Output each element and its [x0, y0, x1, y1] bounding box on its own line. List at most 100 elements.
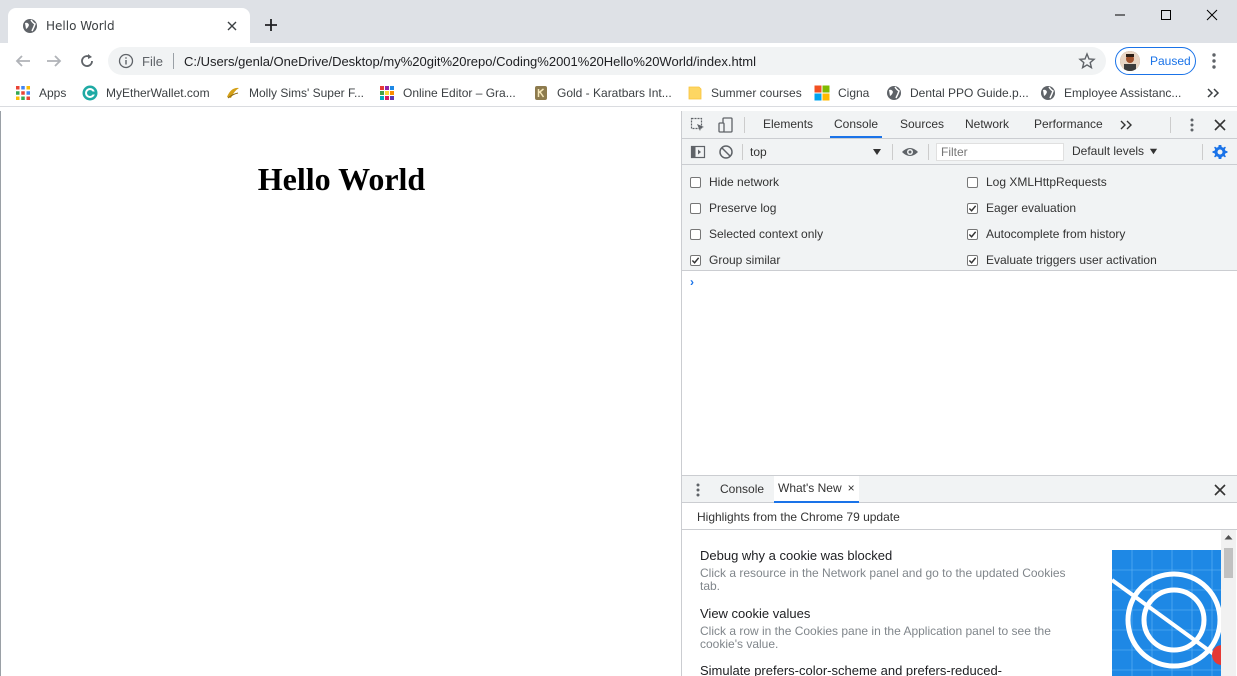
more-vert-icon[interactable]	[1206, 52, 1222, 70]
devtools-separator	[1202, 144, 1203, 160]
bookmark-star-icon[interactable]	[1078, 52, 1096, 70]
setting-label: Preserve log	[709, 201, 777, 215]
reload-icon[interactable]	[77, 51, 97, 71]
whats-new-item[interactable]: Debug why a cookie was blocked Click a r…	[700, 548, 1080, 593]
filter-placeholder: Filter	[941, 145, 968, 159]
bookmark-label: Apps	[39, 86, 67, 100]
whats-new-title[interactable]: View cookie values	[700, 606, 1080, 621]
tab-console[interactable]: Console	[830, 111, 883, 138]
checkbox[interactable]	[690, 176, 701, 188]
devtools-separator	[742, 144, 743, 160]
whats-new-title[interactable]: Simulate prefers-color-scheme and prefer…	[700, 663, 1080, 676]
bookmark-online-editor[interactable]: Online Editor – Gra...	[379, 84, 516, 102]
console-prompt[interactable]: ›	[690, 275, 694, 289]
whats-new-title[interactable]: Debug why a cookie was blocked	[700, 548, 1080, 563]
globe-icon	[1040, 85, 1056, 101]
drawer-tab-console[interactable]: Console	[716, 476, 768, 503]
bookmark-apps[interactable]: Apps	[15, 84, 66, 102]
whats-new-scrollbar[interactable]	[1221, 530, 1236, 676]
setting-label: Autocomplete from history	[986, 227, 1126, 241]
setting-eager-evaluation[interactable]: Eager evaluation	[967, 200, 1076, 216]
drawer-menu-icon[interactable]	[690, 482, 706, 498]
online-editor-icon	[379, 85, 395, 101]
setting-selected-context-only[interactable]: Selected context only	[690, 226, 823, 242]
more-tabs-chevron-icon[interactable]	[1118, 117, 1134, 133]
devtools-tab-bar: Elements Console Sources Network Perform…	[682, 111, 1237, 139]
context-value: top	[750, 145, 767, 159]
whats-new-desc: Click a resource in the Network panel an…	[700, 566, 1066, 593]
url-scheme-label: File	[142, 53, 163, 69]
checkmark-icon	[691, 256, 700, 264]
new-tab-icon[interactable]	[262, 16, 280, 34]
bookmark-myetherwallet[interactable]: MyEtherWallet.com	[82, 84, 210, 102]
setting-label: Hide network	[709, 175, 780, 189]
drawer-tab-whats-new[interactable]: What's New ×	[774, 476, 859, 503]
bookmark-label: Gold - Karatbars Int...	[557, 86, 672, 100]
info-icon[interactable]	[118, 53, 134, 69]
minimize-icon[interactable]	[1097, 0, 1143, 30]
bookmark-cigna[interactable]: Cigna	[814, 84, 869, 102]
myetherwallet-icon	[82, 85, 98, 101]
console-output[interactable]: ›	[682, 271, 1237, 475]
bookmark-summer-courses[interactable]: Summer courses	[687, 84, 802, 102]
browser-tab[interactable]: Hello World	[8, 8, 250, 43]
close-icon[interactable]: ×	[848, 475, 855, 502]
close-devtools-icon[interactable]	[1212, 117, 1228, 133]
setting-group-similar[interactable]: Group similar	[690, 252, 780, 268]
filter-input[interactable]: Filter	[936, 143, 1064, 161]
gear-icon[interactable]	[1212, 144, 1228, 160]
checkbox[interactable]	[967, 202, 978, 214]
tab-performance[interactable]: Performance	[1030, 111, 1107, 138]
checkbox[interactable]	[967, 254, 978, 266]
device-toolbar-icon[interactable]	[718, 117, 734, 133]
tab-sources[interactable]: Sources	[896, 111, 948, 138]
log-levels-dropdown[interactable]: Default levels	[1072, 144, 1158, 158]
checkbox[interactable]	[690, 228, 701, 240]
drawer-tab-label: What's New	[778, 481, 842, 495]
tab-elements[interactable]: Elements	[759, 111, 817, 138]
whats-new-item[interactable]: View cookie values Click a row in the Co…	[700, 606, 1080, 651]
close-window-icon[interactable]	[1189, 0, 1235, 30]
checkbox[interactable]	[690, 254, 701, 266]
checkbox[interactable]	[967, 228, 978, 240]
double-chevron-right-icon[interactable]	[1205, 85, 1221, 101]
whats-new-item[interactable]: Simulate prefers-color-scheme and prefer…	[700, 663, 1080, 676]
setting-preserve-log[interactable]: Preserve log	[690, 200, 776, 216]
maximize-icon[interactable]	[1143, 0, 1189, 30]
tab-network[interactable]: Network	[961, 111, 1013, 138]
close-tab-icon[interactable]	[224, 18, 240, 34]
bookmark-employee-assistance[interactable]: Employee Assistanc...	[1040, 84, 1181, 102]
devtools-menu-icon[interactable]	[1184, 117, 1200, 133]
sidebar-toggle-icon[interactable]	[690, 144, 706, 160]
folder-icon	[687, 85, 703, 101]
context-select[interactable]: top	[750, 143, 886, 161]
address-bar[interactable]: File C:/Users/genla/OneDrive/Desktop/my%…	[108, 47, 1106, 75]
eye-icon[interactable]	[901, 144, 918, 160]
setting-autocomplete-history[interactable]: Autocomplete from history	[967, 226, 1125, 242]
forward-arrow-icon[interactable]	[44, 51, 64, 71]
url-text[interactable]: C:/Users/genla/OneDrive/Desktop/my%20git…	[184, 54, 1078, 69]
bookmark-molly-sims[interactable]: Molly Sims' Super F...	[225, 84, 364, 102]
scrollbar-thumb[interactable]	[1224, 548, 1233, 578]
bookmark-dental-ppo[interactable]: Dental PPO Guide.p...	[886, 84, 1029, 102]
close-drawer-icon[interactable]	[1212, 482, 1228, 498]
back-arrow-icon[interactable]	[13, 51, 33, 71]
setting-evaluate-triggers[interactable]: Evaluate triggers user activation	[967, 252, 1157, 268]
setting-log-xmlhttprequests[interactable]: Log XMLHttpRequests	[967, 174, 1107, 190]
bookmark-karatbars[interactable]: Gold - Karatbars Int...	[533, 84, 672, 102]
inspect-element-icon[interactable]	[690, 117, 706, 133]
bookmark-label: Summer courses	[711, 86, 802, 100]
profile-status: Paused	[1150, 54, 1191, 68]
clear-console-icon[interactable]	[718, 144, 734, 160]
console-settings-panel: Hide network Preserve log Selected conte…	[682, 165, 1237, 271]
bookmark-label: Online Editor – Gra...	[403, 86, 516, 100]
bookmarks-bar: Apps MyEtherWallet.com Molly Sims' Super…	[0, 79, 1237, 107]
scroll-up-icon[interactable]	[1224, 534, 1233, 540]
checkbox[interactable]	[967, 176, 978, 188]
setting-hide-network[interactable]: Hide network	[690, 174, 779, 190]
checkbox[interactable]	[690, 202, 701, 214]
profile-button[interactable]: Paused	[1115, 47, 1196, 75]
chrome-devtools-illustration	[1112, 550, 1222, 676]
console-toolbar: top Filter Default levels	[682, 139, 1237, 165]
devtools-separator	[928, 144, 929, 160]
